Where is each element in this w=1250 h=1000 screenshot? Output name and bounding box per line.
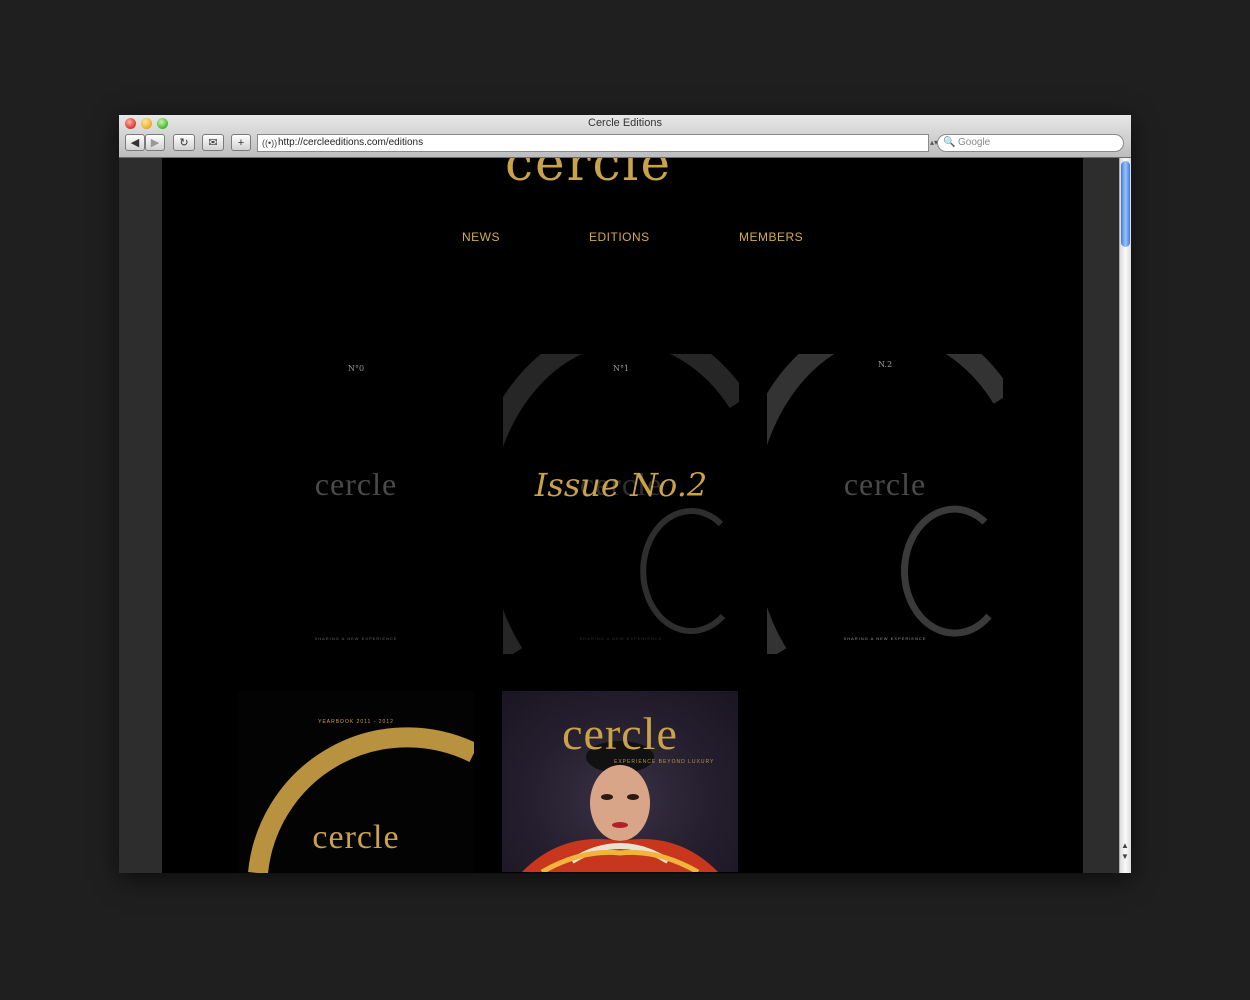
cover-tagline: EXPERIENCE BEYOND LUXURY — [614, 759, 715, 765]
nav-news[interactable]: NEWS — [462, 230, 500, 244]
edition-number: N°0 — [347, 364, 365, 373]
edition-wordmark: cercle — [314, 466, 398, 502]
search-icon: 🔍 — [943, 137, 956, 148]
rss-icon[interactable]: ((•)) — [262, 135, 277, 151]
reload-button[interactable]: ↻ — [173, 134, 195, 151]
scrollbar-thumb[interactable] — [1121, 161, 1130, 247]
window-title: Cercle Editions — [588, 117, 662, 129]
big-c-graphic — [767, 354, 1003, 654]
scroll-down-icon[interactable]: ▼ — [1121, 852, 1129, 862]
issue-hover-label: Issue No.2 — [534, 466, 708, 504]
edition-card-cover[interactable]: cercle EXPERIENCE BEYOND LUXURY — [502, 691, 738, 873]
edition-card-0[interactable]: N°0 cercle SHARING A NEW EXPERIENCE — [238, 354, 474, 654]
edition-tagline: SHARING A NEW EXPERIENCE — [843, 636, 927, 641]
edition-card-2[interactable]: N.2 cercle SHARING A NEW EXPERIENCE — [767, 354, 1003, 654]
address-bar[interactable]: ((•)) http://cercleeditions.com/editions… — [257, 134, 938, 152]
cover-title: cercle — [562, 708, 678, 759]
edition-number: N.2 — [877, 360, 893, 369]
search-placeholder: Google — [958, 137, 991, 148]
site-logo[interactable]: cercle — [505, 158, 672, 192]
browser-window: Cercle Editions ◀ ▶ ↻ ✉ + ((•)) http://c… — [119, 115, 1131, 873]
back-button[interactable]: ◀ — [125, 134, 145, 151]
edition-card-yearbook[interactable]: YEARBOOK 2011 - 2012 cercle — [238, 691, 474, 873]
edition-wordmark: cercle — [312, 819, 400, 856]
nav-editions[interactable]: EDITIONS — [589, 230, 650, 244]
edition-wordmark: cercle — [843, 466, 927, 502]
edition-number: N°1 — [612, 364, 630, 373]
yearbook-label: YEARBOOK 2011 - 2012 — [318, 719, 394, 725]
forward-button[interactable]: ▶ — [145, 134, 165, 151]
vertical-scrollbar[interactable]: ▲ ▼ — [1119, 158, 1131, 873]
site-page: cercle NEWS EDITIONS MEMBERS N°0 cercle … — [162, 158, 1083, 873]
page-viewport: cercle NEWS EDITIONS MEMBERS N°0 cercle … — [119, 158, 1119, 873]
edition-card-1[interactable]: N°1 cercle Issue No.2 SHARING A NEW EXPE… — [503, 354, 739, 654]
edition-tagline: SHARING A NEW EXPERIENCE — [579, 636, 663, 641]
search-input[interactable]: 🔍 Google — [937, 134, 1124, 152]
big-c-graphic — [503, 354, 739, 654]
scroll-up-icon[interactable]: ▲ — [1121, 841, 1129, 851]
address-url: http://cercleeditions.com/editions — [278, 137, 424, 148]
edition-tagline: SHARING A NEW EXPERIENCE — [314, 636, 398, 641]
bookmarks-button[interactable]: ✉ — [202, 134, 224, 151]
title-bar: Cercle Editions ◀ ▶ ↻ ✉ + ((•)) http://c… — [119, 115, 1131, 158]
add-bookmark-button[interactable]: + — [231, 134, 251, 151]
nav-members[interactable]: MEMBERS — [739, 230, 803, 244]
